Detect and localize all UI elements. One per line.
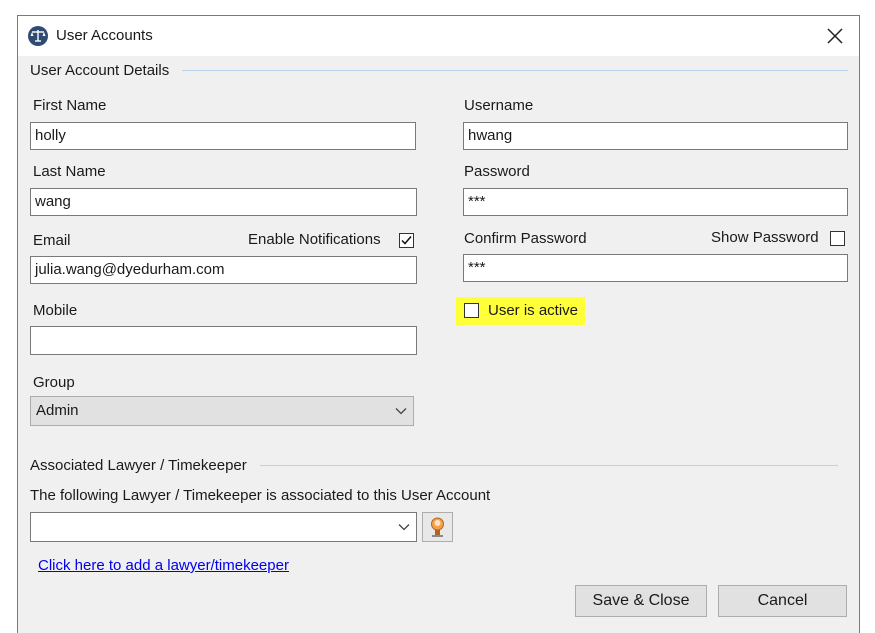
checkmark-icon	[401, 236, 412, 245]
lawyer-section-divider	[260, 465, 838, 466]
lawyer-dropdown[interactable]	[30, 512, 417, 542]
group-dropdown[interactable]: Admin	[30, 396, 414, 426]
last-name-field[interactable]: wang	[30, 188, 417, 216]
chevron-down-icon	[395, 408, 407, 415]
lawyer-lookup-button[interactable]	[422, 512, 453, 542]
mobile-label: Mobile	[33, 302, 78, 319]
details-section-divider	[182, 70, 848, 71]
lawyer-section-title: Associated Lawyer / Timekeeper	[30, 457, 247, 474]
window-title: User Accounts	[56, 27, 153, 44]
first-name-label: First Name	[33, 97, 107, 114]
group-label: Group	[33, 374, 75, 391]
mobile-field[interactable]	[30, 326, 417, 355]
chevron-down-icon	[398, 524, 410, 531]
password-label: Password	[464, 163, 530, 180]
password-field[interactable]: ***	[463, 188, 848, 216]
confirm-password-field[interactable]: ***	[463, 254, 848, 282]
add-lawyer-link[interactable]: Click here to add a lawyer/timekeeper	[38, 557, 289, 574]
close-button[interactable]	[821, 22, 849, 50]
person-icon	[431, 517, 444, 537]
username-field[interactable]: hwang	[463, 122, 848, 150]
last-name-label: Last Name	[33, 163, 106, 180]
cancel-button[interactable]: Cancel	[718, 585, 847, 617]
email-field[interactable]: julia.wang@dyedurham.com	[30, 256, 417, 284]
details-section-title: User Account Details	[30, 62, 170, 79]
close-icon	[827, 28, 843, 44]
confirm-password-label: Confirm Password	[464, 230, 587, 247]
save-close-button[interactable]: Save & Close	[575, 585, 707, 617]
username-label: Username	[464, 97, 534, 114]
first-name-field[interactable]: holly	[30, 122, 416, 150]
email-label: Email	[33, 232, 71, 249]
group-selected-value: Admin	[36, 402, 79, 419]
scales-app-icon	[28, 26, 48, 46]
lawyer-description: The following Lawyer / Timekeeper is ass…	[30, 487, 491, 504]
title-bar: User Accounts	[18, 16, 859, 56]
show-password-label: Show Password	[711, 229, 819, 246]
enable-notifications-label: Enable Notifications	[248, 231, 381, 248]
user-active-checkbox[interactable]	[464, 303, 479, 318]
enable-notifications-checkbox[interactable]	[399, 233, 414, 248]
show-password-checkbox[interactable]	[830, 231, 845, 246]
user-active-label: User is active	[488, 302, 579, 319]
